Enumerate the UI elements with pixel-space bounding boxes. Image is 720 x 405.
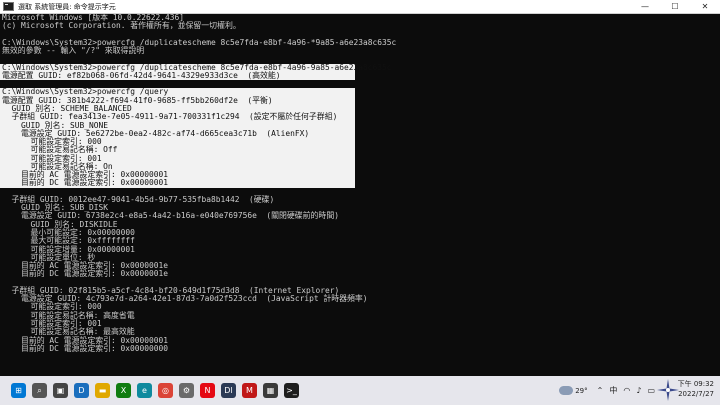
start-icon[interactable]: ⊞: [11, 383, 26, 398]
app-icon[interactable]: ▦: [263, 383, 278, 398]
dell-icon[interactable]: D: [74, 383, 89, 398]
battery-icon[interactable]: ▭: [647, 386, 655, 395]
clock-time: 下午 09:32: [677, 380, 714, 388]
cmd-app-icon: [3, 2, 14, 11]
edge-icon[interactable]: e: [137, 383, 152, 398]
mcafee-icon[interactable]: M: [242, 383, 257, 398]
weather-widget[interactable]: 29°: [559, 386, 588, 395]
wifi-icon[interactable]: ◠: [623, 386, 630, 395]
clock[interactable]: 下午 09:32 2022/7/27: [678, 379, 714, 399]
volume-icon[interactable]: ♪: [636, 386, 641, 395]
dolby-icon[interactable]: Dl: [221, 383, 236, 398]
close-button[interactable]: ✕: [690, 0, 720, 13]
ime-indicator[interactable]: 中: [609, 385, 617, 396]
file-explorer-icon[interactable]: ▬: [95, 383, 110, 398]
taskbar: ⊞ ⌕ ▣ D ▬ Xe ◎ ⚙ N Dl M ▦ >_ 29° ⌃ 中 ◠ ♪ ▭ 下午 09:32 …: [0, 376, 720, 405]
task-view-icon[interactable]: ▣: [53, 383, 68, 398]
title-bar[interactable]: 選取 系統管理員: 命令提示字元 — ☐ ✕: [0, 0, 720, 14]
netflix-icon[interactable]: N: [200, 383, 215, 398]
chrome-icon[interactable]: ◎: [158, 383, 173, 398]
minimize-button[interactable]: —: [630, 0, 660, 13]
console-line: (c) Microsoft Corporation. 著作權所有，並保留一切權利…: [2, 21, 241, 31]
console-output[interactable]: Microsoft Windows [版本 10.0.22622.436] (c)…: [0, 14, 720, 376]
weather-temp: 29°: [575, 386, 588, 395]
maximize-button[interactable]: ☐: [660, 0, 690, 13]
terminal-icon[interactable]: >_: [284, 383, 299, 398]
xbox-icon[interactable]: X: [116, 383, 131, 398]
console-line: 目前的 DC 電源設定索引: 0x00000000: [2, 343, 169, 353]
clock-date: 2022/7/27: [678, 390, 714, 398]
notification-sparkle-icon: [657, 379, 679, 401]
console-line: 目前的 DC 電源設定索引: 0x0000001e: [2, 269, 169, 279]
window-controls: — ☐ ✕: [630, 0, 720, 13]
console-line: 無效的參數 -- 輸入 "/?" 來取得說明: [2, 46, 145, 56]
taskbar-pinned-apps: ⊞ ⌕ ▣ D ▬ Xe ◎ ⚙ N Dl M ▦ >_: [8, 383, 302, 398]
chevron-up-icon[interactable]: ⌃: [597, 386, 604, 395]
window-title: 選取 系統管理員: 命令提示字元: [18, 2, 116, 11]
cloud-icon: [559, 386, 574, 395]
console-line: 電源配置 GUID: ef82b068-06fd-42d4-9641-4329e…: [0, 71, 355, 81]
console-line: 目前的 DC 電源設定索引: 0x00000001: [0, 179, 355, 188]
settings-icon[interactable]: ⚙: [179, 383, 194, 398]
search-icon[interactable]: ⌕: [32, 383, 47, 398]
